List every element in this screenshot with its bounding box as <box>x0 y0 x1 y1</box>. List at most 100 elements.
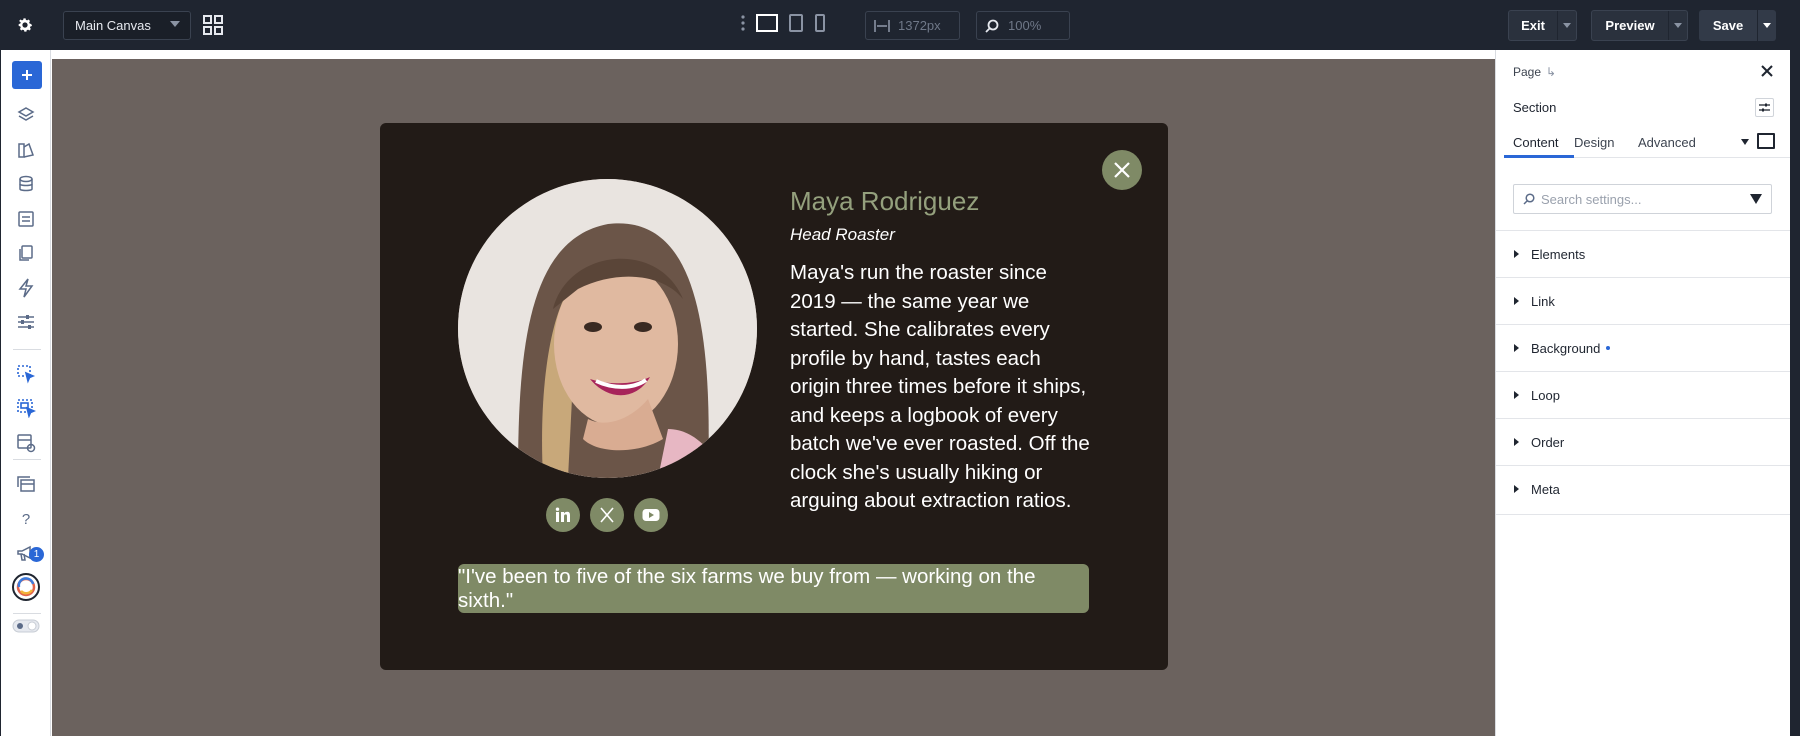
settings-sliders-icon[interactable] <box>15 311 37 333</box>
canvas-select-value: Main Canvas <box>75 18 151 33</box>
tab-content[interactable]: Content <box>1513 135 1559 150</box>
modified-indicator <box>1606 346 1611 350</box>
gear-icon[interactable] <box>14 14 36 36</box>
social-links <box>546 498 668 532</box>
save-dropdown[interactable] <box>1757 10 1776 41</box>
breadcrumb-arrow: ↳ <box>1546 65 1557 79</box>
lightning-icon[interactable] <box>15 277 37 299</box>
caret-right-icon <box>1514 391 1519 399</box>
tab-advanced[interactable]: Advanced <box>1638 135 1696 150</box>
zoom-value: 100% <box>1008 18 1042 33</box>
x-icon[interactable] <box>590 498 624 532</box>
toolbar-divider <box>13 349 41 350</box>
accordion-background[interactable]: Background <box>1496 324 1791 371</box>
panel-section-title: Section <box>1513 100 1557 115</box>
save-label: Save <box>1712 18 1744 33</box>
canvas-select[interactable]: Main Canvas <box>63 11 191 40</box>
search-icon <box>985 19 999 36</box>
caret-right-icon <box>1514 344 1519 352</box>
design-canvas[interactable]: Maya Rodriguez Head Roaster Maya's run t… <box>52 50 1495 736</box>
mobile-icon[interactable] <box>814 14 826 37</box>
search-settings-input[interactable]: Search settings... <box>1513 184 1772 214</box>
youtube-icon[interactable] <box>634 498 668 532</box>
caret-right-icon <box>1514 438 1519 446</box>
style-guide-icon[interactable] <box>15 139 37 161</box>
logo-icon[interactable] <box>11 572 41 602</box>
square-icon[interactable] <box>1757 133 1775 149</box>
pages-icon[interactable] <box>15 242 37 264</box>
accordion-order[interactable]: Order <box>1496 418 1791 465</box>
chevron-down-icon <box>1563 23 1571 28</box>
member-name: Maya Rodriguez <box>790 186 980 216</box>
accordion-link[interactable]: Link <box>1496 277 1791 324</box>
notification-badge: 1 <box>29 547 44 562</box>
member-quote: "I've been to five of the six farms we b… <box>458 564 1089 613</box>
more-vertical-icon[interactable] <box>740 14 746 37</box>
profile-photo <box>458 179 757 478</box>
width-icon <box>874 19 890 36</box>
theme-toggle[interactable] <box>12 618 40 634</box>
accordion-meta[interactable]: Meta <box>1496 465 1791 512</box>
select-parent-icon[interactable] <box>15 397 37 419</box>
accordion-loop[interactable]: Loop <box>1496 371 1791 418</box>
close-icon[interactable] <box>1102 150 1142 190</box>
preview-dropdown[interactable] <box>1668 11 1687 40</box>
section-options-icon[interactable] <box>1755 98 1774 117</box>
grid-icon[interactable] <box>202 14 224 36</box>
save-button[interactable]: Save <box>1699 10 1776 41</box>
accordion-label: Loop <box>1531 387 1560 403</box>
search-placeholder: Search settings... <box>1541 191 1642 207</box>
toolbar-divider <box>13 613 41 614</box>
member-role: Head Roaster <box>790 225 895 244</box>
canvas-width-field[interactable]: 1372px <box>865 11 960 40</box>
breadcrumb[interactable]: Page ↳ <box>1513 65 1556 79</box>
form-icon[interactable] <box>15 208 37 230</box>
device-switcher <box>740 14 826 37</box>
caret-right-icon <box>1514 250 1519 258</box>
member-bio: Maya's run the roaster since 2019 — the … <box>790 261 1090 512</box>
chevron-down-icon[interactable] <box>1741 139 1749 145</box>
exit-dropdown[interactable] <box>1557 11 1576 40</box>
left-toolbar: ? 1 <box>0 50 51 736</box>
accordion-label: Order <box>1531 434 1565 450</box>
toolbar-divider <box>13 459 41 460</box>
help-icon[interactable]: ? <box>15 508 37 530</box>
preview-label: Preview <box>1605 18 1655 33</box>
team-member-card[interactable]: Maya Rodriguez Head Roaster Maya's run t… <box>380 123 1168 670</box>
accordion-label: Meta <box>1531 481 1560 497</box>
templates-icon[interactable] <box>15 473 37 495</box>
chevron-down-icon <box>1674 23 1682 28</box>
window-edge <box>1790 0 1800 736</box>
accordion-label: Background <box>1531 340 1601 356</box>
accordion-elements[interactable]: Elements <box>1496 230 1791 277</box>
linkedin-icon[interactable] <box>546 498 580 532</box>
active-tab-indicator <box>1504 155 1574 158</box>
top-toolbar: Main Canvas 1372px 100% Exit Preview Sav… <box>0 0 1790 50</box>
chevron-down-icon <box>170 21 180 27</box>
accordion-divider <box>1496 514 1791 515</box>
zoom-field[interactable]: 100% <box>976 11 1070 40</box>
canvas-width-value: 1372px <box>898 18 941 33</box>
caret-right-icon <box>1514 485 1519 493</box>
select-element-icon[interactable] <box>15 363 37 385</box>
exit-button[interactable]: Exit <box>1508 10 1577 41</box>
desktop-icon[interactable] <box>756 14 778 37</box>
search-icon <box>1523 193 1535 208</box>
filter-icon[interactable] <box>1750 194 1762 204</box>
exit-label: Exit <box>1521 18 1545 33</box>
settings-panel: Page ↳ Section Content Design Advanced Se… <box>1495 50 1791 736</box>
preview-button[interactable]: Preview <box>1591 10 1688 41</box>
close-icon[interactable] <box>1760 64 1774 78</box>
tab-design[interactable]: Design <box>1574 135 1614 150</box>
breadcrumb-page[interactable]: Page <box>1513 65 1541 79</box>
accordion-label: Elements <box>1531 246 1586 262</box>
caret-right-icon <box>1514 297 1519 305</box>
tablet-icon[interactable] <box>788 14 804 37</box>
add-element-button[interactable] <box>12 61 42 89</box>
layers-icon[interactable] <box>15 104 37 126</box>
database-icon[interactable] <box>15 173 37 195</box>
panel-tabs: Content Design Advanced <box>1504 128 1791 158</box>
components-icon[interactable] <box>15 432 37 454</box>
accordion-label: Link <box>1531 293 1555 309</box>
help-label: ? <box>21 510 31 528</box>
